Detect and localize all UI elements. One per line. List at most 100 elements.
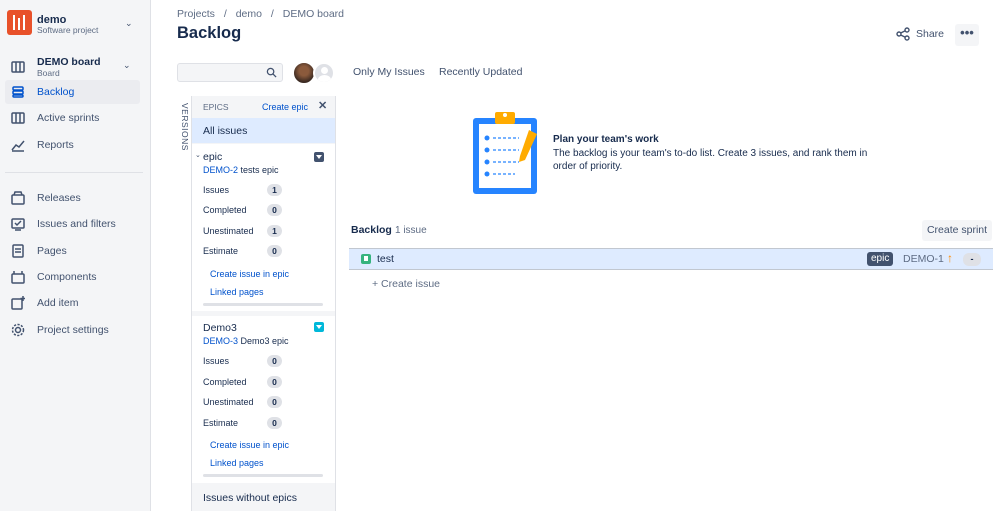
stat-value: 0: [267, 204, 282, 216]
epic-label-badge[interactable]: epic: [867, 252, 894, 266]
breadcrumb-demo[interactable]: demo: [236, 8, 262, 20]
gear-icon: [11, 323, 25, 337]
issue-key[interactable]: DEMO-1: [903, 253, 944, 265]
stat-label: Estimate: [203, 418, 239, 428]
stat-label: Issues: [203, 356, 230, 366]
board-type: Board: [37, 68, 60, 78]
sidebar-item-label: Reports: [37, 139, 74, 151]
epics-title: EPICS: [203, 102, 229, 112]
stat-value: 0: [267, 396, 282, 408]
epic-card[interactable]: Demo3 DEMO-3 Demo3 epic Issues 0 Complet…: [192, 316, 335, 483]
epics-panel: EPICS Create epic ✕ All issues ⌄ epic DE…: [191, 96, 336, 511]
stat-value: 0: [267, 245, 282, 257]
create-issue-in-epic-link[interactable]: Create issue in epic: [210, 269, 289, 279]
sidebar-item-releases[interactable]: Releases: [5, 186, 140, 210]
stat-label: Completed: [203, 205, 247, 215]
epic-key-line: DEMO-3 Demo3 epic: [203, 336, 289, 346]
sidebar-item-backlog[interactable]: Backlog: [5, 80, 140, 104]
stat-label: Issues: [203, 185, 230, 195]
more-actions-button[interactable]: •••: [955, 24, 979, 46]
avatar[interactable]: [293, 62, 315, 84]
empty-state-description: The backlog is your team's to-do list. C…: [553, 148, 868, 172]
linked-pages-link[interactable]: Linked pages: [210, 458, 264, 468]
add-item-icon: [11, 296, 25, 310]
stat-label: Completed: [203, 377, 247, 387]
versions-tab[interactable]: VERSIONS: [176, 103, 190, 151]
sidebar-item-issues-filters[interactable]: Issues and filters: [5, 212, 140, 236]
epic-summary: Demo3 epic: [240, 336, 289, 346]
clipboard-illustration-icon: [473, 112, 537, 194]
issues-without-epics-item[interactable]: Issues without epics: [203, 492, 297, 504]
board-name: DEMO board: [37, 56, 101, 68]
sidebar-item-components[interactable]: Components: [5, 265, 140, 289]
epics-header: EPICS Create epic ✕: [192, 96, 335, 118]
issue-summary: test: [377, 253, 394, 265]
all-issues-item[interactable]: All issues: [192, 118, 335, 143]
sidebar-item-label: Add item: [37, 297, 79, 309]
chevron-down-icon[interactable]: ⌄: [123, 60, 131, 71]
project-switcher[interactable]: demo Software project ⌄: [7, 10, 145, 40]
sidebar-divider: [5, 172, 143, 173]
epic-name: Demo3: [203, 322, 237, 334]
stat-value: 1: [267, 184, 282, 196]
table-row[interactable]: test epic DEMO-1 ↑ -: [349, 248, 993, 270]
breadcrumb-board[interactable]: DEMO board: [283, 8, 344, 20]
sidebar-item-label: Active sprints: [37, 112, 100, 124]
sidebar-item-label: Components: [37, 271, 97, 283]
breadcrumb-projects[interactable]: Projects: [177, 8, 215, 20]
epic-summary: tests epic: [240, 165, 279, 175]
sidebar-item-reports[interactable]: Reports: [5, 133, 140, 157]
issues-icon: [11, 217, 25, 231]
components-icon: [11, 270, 25, 284]
sidebar: demo Software project ⌄ ⌄ DEMO board Boa…: [0, 0, 151, 511]
only-my-issues-filter[interactable]: Only My Issues: [353, 66, 425, 78]
pages-icon: [11, 244, 25, 258]
create-epic-link[interactable]: Create epic: [262, 102, 308, 112]
sidebar-item-label: Project settings: [37, 324, 109, 336]
project-type: Software project: [37, 25, 99, 35]
sidebar-item-label: Pages: [37, 245, 67, 257]
share-label: Share: [916, 28, 945, 40]
sidebar-item-add-item[interactable]: Add item: [5, 291, 140, 315]
page-title: Backlog: [177, 24, 242, 42]
releases-icon: [11, 191, 25, 205]
sprint-board-icon: [11, 111, 25, 125]
chevron-down-icon[interactable]: ⌄: [195, 151, 201, 159]
breadcrumb: Projects / demo / DEMO board: [177, 8, 350, 20]
stat-label: Unestimated: [203, 226, 254, 236]
epic-color-dropdown-icon[interactable]: [314, 322, 324, 332]
board-icon: [11, 60, 25, 74]
all-issues-label: All issues: [203, 125, 248, 137]
story-icon: [361, 254, 371, 264]
sidebar-item-label: Backlog: [37, 86, 75, 98]
stat-value: 0: [267, 417, 282, 429]
estimate-badge: -: [963, 253, 981, 266]
create-sprint-button[interactable]: Create sprint: [922, 220, 992, 241]
linked-pages-link[interactable]: Linked pages: [210, 287, 264, 297]
search-field[interactable]: [177, 63, 283, 82]
backlog-title: Backlog: [351, 224, 392, 236]
sidebar-item-active-sprints[interactable]: Active sprints: [5, 106, 140, 130]
search-input[interactable]: [178, 64, 258, 81]
breadcrumb-separator: /: [270, 8, 274, 20]
create-issue-link[interactable]: + Create issue: [372, 278, 440, 290]
avatar-unassigned[interactable]: [313, 62, 335, 84]
share-icon: [896, 27, 910, 41]
recently-updated-filter[interactable]: Recently Updated: [439, 66, 522, 78]
stat-value: 0: [267, 355, 282, 367]
epic-color-dropdown-icon[interactable]: [314, 152, 324, 162]
empty-state-title: Plan your team's work: [553, 134, 659, 145]
stat-label: Estimate: [203, 246, 239, 256]
epic-key-line: DEMO-2 tests epic: [203, 165, 279, 175]
epic-card[interactable]: ⌄ epic DEMO-2 tests epic Issues 1 Comple…: [192, 144, 335, 311]
sidebar-item-pages[interactable]: Pages: [5, 239, 140, 263]
epic-key[interactable]: DEMO-2: [203, 165, 238, 175]
epic-progress-bar: [203, 303, 323, 306]
close-icon[interactable]: ✕: [318, 99, 327, 112]
sidebar-item-settings[interactable]: Project settings: [5, 318, 140, 342]
create-issue-in-epic-link[interactable]: Create issue in epic: [210, 440, 289, 450]
chevron-down-icon[interactable]: ⌄: [125, 18, 133, 29]
epic-key[interactable]: DEMO-3: [203, 336, 238, 346]
backlog-icon: [11, 85, 25, 99]
project-avatar-icon: [7, 10, 32, 35]
